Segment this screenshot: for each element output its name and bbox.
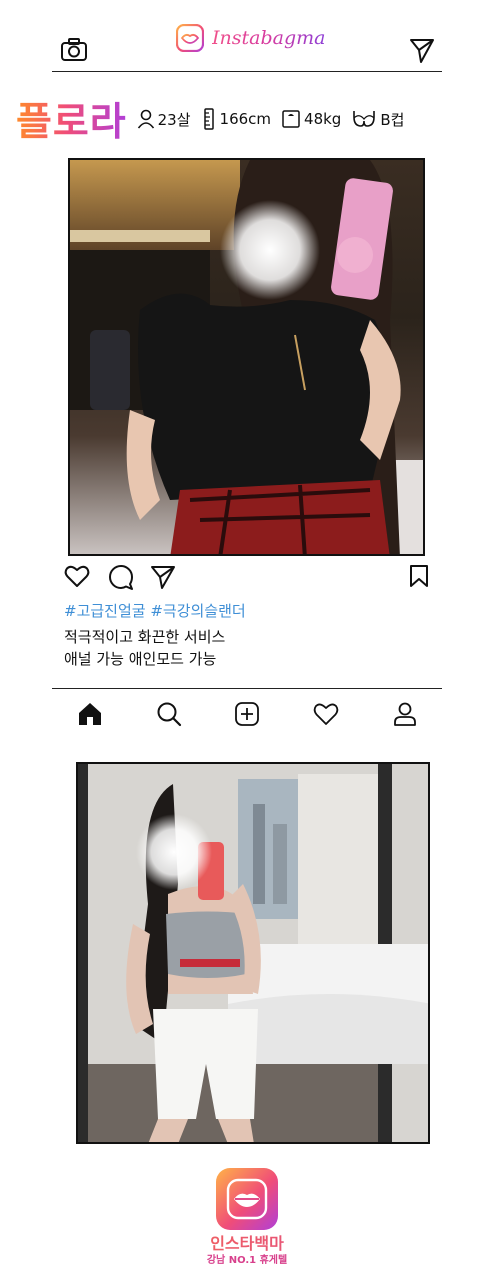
share-send-icon[interactable]: [150, 564, 176, 590]
post-actions: [62, 564, 434, 592]
post-caption: 적극적이고 화끈한 서비스 애널 가능 애인모드 가능: [64, 626, 225, 670]
caption-line: 적극적이고 화끈한 서비스: [64, 628, 226, 646]
add-icon[interactable]: [234, 701, 260, 727]
weight-stat: 48kg: [281, 109, 341, 129]
profile-icon[interactable]: [392, 701, 418, 727]
cup-value: B컵: [380, 110, 405, 129]
top-bar: Instabagma: [52, 22, 442, 72]
heart-icon[interactable]: [313, 701, 339, 727]
caption-line: 애널 가능 애인모드 가능: [64, 650, 217, 668]
photo-illustration: [70, 160, 423, 554]
lips-icon: [176, 24, 204, 52]
post-photo[interactable]: [68, 158, 425, 556]
brand: Instabagma: [176, 24, 325, 52]
app-logo: [216, 1168, 278, 1230]
person-icon: [137, 109, 154, 129]
home-icon[interactable]: [77, 701, 103, 727]
camera-icon[interactable]: [60, 36, 88, 64]
photo-illustration: [78, 764, 428, 1142]
send-icon[interactable]: [408, 36, 436, 64]
bra-icon: [353, 111, 376, 127]
brand-name: Instabagma: [212, 27, 326, 49]
profile-name: 플로라: [16, 91, 127, 147]
height-value: 166cm: [219, 110, 272, 128]
profile-stats: 플로라 23살 166cm 48kg B컵: [16, 92, 486, 146]
age-stat: 23살: [137, 109, 191, 130]
bottom-nav: [52, 688, 442, 734]
lips-icon: [226, 1178, 268, 1220]
scale-icon: [282, 110, 300, 128]
comment-icon[interactable]: [108, 564, 134, 590]
cup-stat: B컵: [351, 109, 404, 130]
like-heart-icon[interactable]: [64, 564, 90, 588]
footer-tagline: 강남 NO.1 휴게텔: [206, 1255, 288, 1266]
bookmark-icon[interactable]: [408, 564, 430, 588]
post-photo[interactable]: [76, 762, 430, 1144]
hashtags[interactable]: #고급진얼굴 #극강의슬랜더: [64, 600, 246, 621]
search-icon[interactable]: [156, 701, 182, 727]
height-stat: 166cm: [201, 108, 272, 130]
age-value: 23살: [157, 110, 191, 129]
weight-value: 48kg: [304, 110, 342, 128]
height-ruler-icon: [203, 108, 214, 130]
